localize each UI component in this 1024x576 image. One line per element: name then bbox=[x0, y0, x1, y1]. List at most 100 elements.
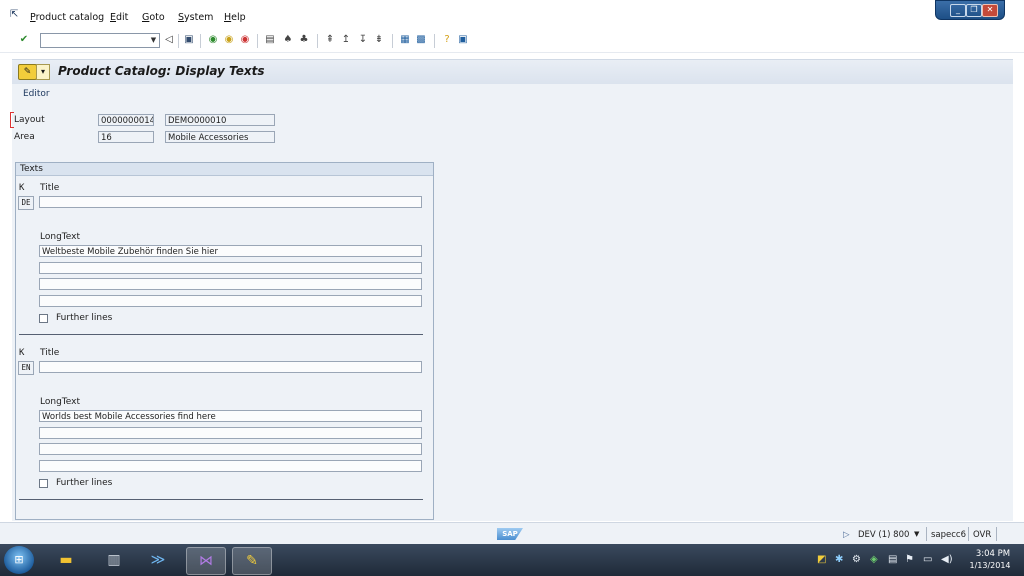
chevron-down-icon[interactable]: ▼ bbox=[914, 530, 919, 538]
key-label: K bbox=[19, 348, 25, 358]
longtext-line-1[interactable]: Worlds best Mobile Accessories find here bbox=[39, 410, 422, 422]
windows-logo-icon: ⊞ bbox=[14, 553, 24, 566]
text-block-en: K Title EN LongText Worlds best Mobile A… bbox=[16, 342, 433, 507]
page-title: Product Catalog: Display Texts bbox=[58, 64, 265, 78]
title-label: Title bbox=[40, 183, 60, 193]
title-field[interactable] bbox=[39, 196, 422, 208]
texts-group-header: Texts bbox=[16, 163, 433, 176]
menu-product-catalog[interactable]: Product catalog bbox=[30, 12, 104, 23]
enter-icon[interactable]: ✔ bbox=[18, 34, 30, 46]
toolbar-separator bbox=[257, 34, 258, 48]
language-key-field[interactable]: EN bbox=[18, 361, 34, 375]
shortcut-icon[interactable]: ▩ bbox=[415, 34, 427, 46]
powershell-icon[interactable]: ≫ bbox=[139, 547, 177, 573]
dropdown-icon[interactable]: ▾ bbox=[36, 64, 50, 80]
tray-display-icon[interactable]: ▤ bbox=[888, 554, 897, 565]
help-icon[interactable]: ? bbox=[441, 34, 453, 46]
tray-flag-icon[interactable]: ⚑ bbox=[905, 554, 914, 565]
insert-mode: OVR bbox=[973, 530, 992, 540]
back-icon[interactable]: ◉ bbox=[207, 34, 219, 46]
file-explorer-icon[interactable]: ▬ bbox=[47, 547, 85, 573]
longtext-line-4[interactable] bbox=[39, 295, 422, 307]
tray-security-icon[interactable]: ◈ bbox=[870, 554, 878, 565]
history-back-icon[interactable]: ◁ bbox=[163, 34, 175, 46]
layout-label: Layout bbox=[14, 115, 45, 125]
main-area: Layout 0000000014 DEMO000010 Area 16 Mob… bbox=[10, 106, 1013, 521]
layout-description-field: DEMO000010 bbox=[165, 114, 275, 126]
visual-studio-icon[interactable]: ⋈ bbox=[186, 547, 226, 575]
last-page-icon[interactable]: ⇟ bbox=[373, 34, 385, 46]
server-manager-icon[interactable]: ▥ bbox=[95, 547, 133, 573]
tray-network-icon[interactable]: ▭ bbox=[923, 554, 932, 565]
further-lines-checkbox[interactable] bbox=[39, 314, 48, 323]
exit-icon[interactable]: ◉ bbox=[223, 34, 235, 46]
menu-bar: ⇱ Product catalog Edit Goto System Help … bbox=[0, 0, 1024, 30]
block-divider bbox=[19, 499, 423, 500]
standard-toolbar: ✔ ▼ ◁ ▣ ◉ ◉ ◉ ▤ ♠ ♣ ⇞ ↥ ↧ ⇟ ▦ ▩ ? ▣ bbox=[0, 30, 1024, 53]
menu-goto[interactable]: Goto bbox=[142, 12, 165, 23]
longtext-line-4[interactable] bbox=[39, 460, 422, 472]
tray-volume-icon[interactable]: ◀) bbox=[941, 554, 953, 565]
chevron-down-icon[interactable]: ▼ bbox=[148, 34, 159, 47]
system-info: DEV (1) 800 bbox=[858, 530, 910, 540]
first-page-icon[interactable]: ⇞ bbox=[324, 34, 336, 46]
longtext-line-2[interactable] bbox=[39, 262, 422, 274]
print-icon[interactable]: ▤ bbox=[264, 34, 276, 46]
sap-menu-icon[interactable]: ⇱ bbox=[10, 9, 18, 20]
find-icon[interactable]: ♠ bbox=[282, 34, 294, 46]
save-icon[interactable]: ▣ bbox=[183, 34, 195, 46]
sap-logo: SAP bbox=[497, 528, 523, 540]
text-block-de: K Title DE LongText Weltbeste Mobile Zub… bbox=[16, 177, 433, 342]
sap-gui-icon[interactable]: ✎ bbox=[232, 547, 272, 575]
previous-page-icon[interactable]: ↥ bbox=[340, 34, 352, 46]
display-change-icon[interactable]: ✎ bbox=[18, 64, 37, 80]
tray-agent-icon[interactable]: ⚙ bbox=[852, 554, 861, 565]
longtext-label: LongText bbox=[40, 397, 80, 407]
longtext-line-3[interactable] bbox=[39, 278, 422, 290]
clock-date[interactable]: 1/13/2014 bbox=[963, 561, 1017, 570]
os-taskbar: ⊞ ▬ ▥ ≫ ⋈ ✎ ◩ ✱ ⚙ ◈ ▤ ⚑ ▭ ◀) 3:04 PM 1/1… bbox=[0, 544, 1024, 576]
language-key-field[interactable]: DE bbox=[18, 196, 34, 210]
area-description-field: Mobile Accessories bbox=[165, 131, 275, 143]
layout-menu-icon[interactable]: ▣ bbox=[457, 34, 469, 46]
tray-network-share-icon[interactable]: ✱ bbox=[835, 554, 843, 565]
cancel-icon[interactable]: ◉ bbox=[239, 34, 251, 46]
toolbar-separator bbox=[200, 34, 201, 48]
toolbar-separator bbox=[392, 34, 393, 48]
status-separator bbox=[926, 527, 927, 541]
next-page-icon[interactable]: ↧ bbox=[357, 34, 369, 46]
longtext-line-1[interactable]: Weltbeste Mobile Zubehör finden Sie hier bbox=[39, 245, 422, 257]
close-button[interactable]: ✕ bbox=[982, 4, 998, 17]
editor-button[interactable]: Editor bbox=[23, 89, 50, 99]
texts-group: Texts K Title DE LongText Weltbeste Mobi… bbox=[15, 162, 434, 520]
tray-sap-icon[interactable]: ◩ bbox=[817, 554, 826, 565]
start-button[interactable]: ⊞ bbox=[4, 546, 34, 574]
title-bar: ✎ ▾ Product Catalog: Display Texts bbox=[12, 59, 1013, 85]
toolbar-separator bbox=[434, 34, 435, 48]
longtext-label: LongText bbox=[40, 232, 80, 242]
new-session-icon[interactable]: ▦ bbox=[399, 34, 411, 46]
texts-group-title: Texts bbox=[20, 164, 43, 174]
restore-button[interactable]: ❐ bbox=[966, 4, 982, 17]
block-divider bbox=[19, 334, 423, 335]
find-next-icon[interactable]: ♣ bbox=[298, 34, 310, 46]
status-separator bbox=[996, 527, 997, 541]
longtext-line-2[interactable] bbox=[39, 427, 422, 439]
area-label: Area bbox=[14, 132, 35, 142]
key-label: K bbox=[19, 183, 25, 193]
clock-time[interactable]: 3:04 PM bbox=[970, 549, 1016, 559]
area-field[interactable]: 16 bbox=[98, 131, 154, 143]
menu-edit[interactable]: Edit bbox=[110, 12, 128, 23]
command-field[interactable]: ▼ bbox=[40, 33, 160, 48]
further-lines-label: Further lines bbox=[56, 313, 113, 323]
server-name: sapecc6 bbox=[931, 530, 967, 540]
layout-field[interactable]: 0000000014 bbox=[98, 114, 154, 126]
minimize-button[interactable]: _ bbox=[950, 4, 966, 17]
menu-system[interactable]: System bbox=[178, 12, 213, 23]
status-toggle-icon[interactable]: ▷ bbox=[843, 530, 850, 540]
longtext-line-3[interactable] bbox=[39, 443, 422, 455]
further-lines-checkbox[interactable] bbox=[39, 479, 48, 488]
title-field[interactable] bbox=[39, 361, 422, 373]
menu-help[interactable]: Help bbox=[224, 12, 246, 23]
toolbar-separator bbox=[317, 34, 318, 48]
